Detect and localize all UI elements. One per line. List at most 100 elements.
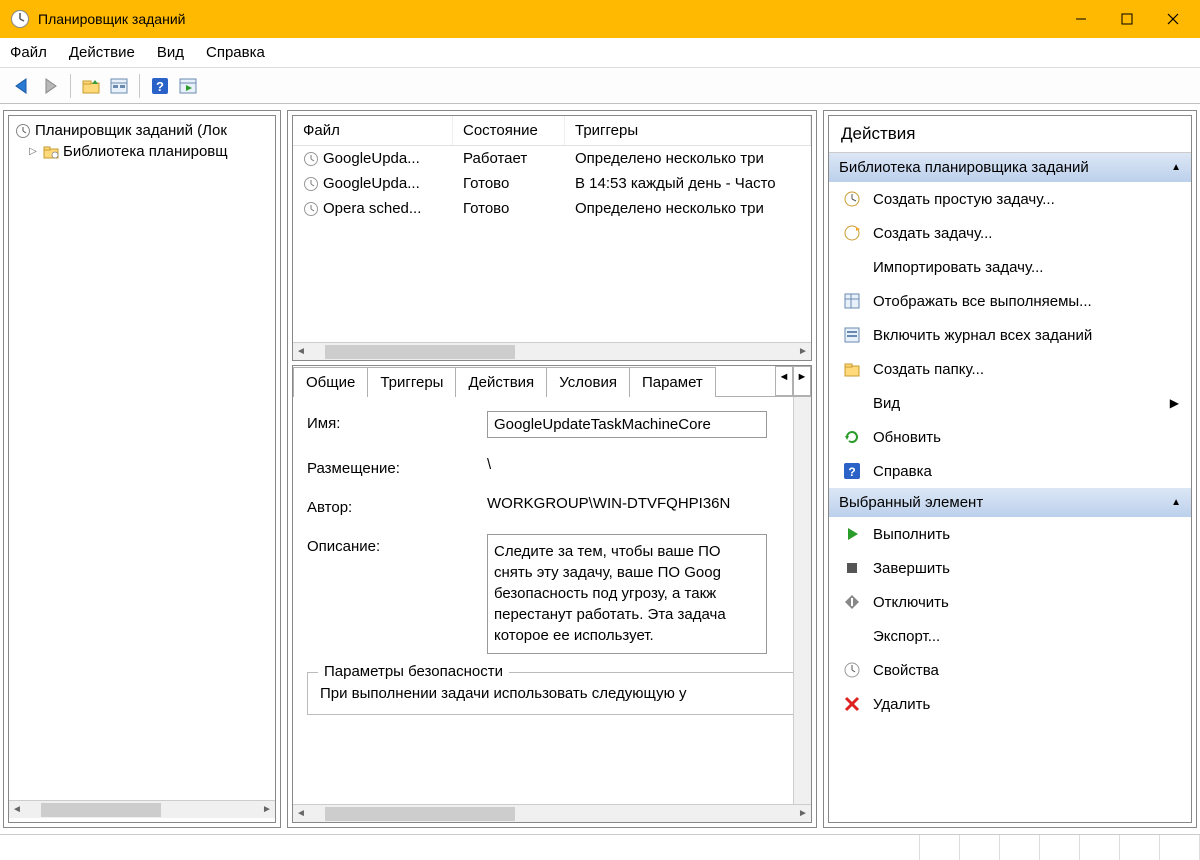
tree-child-label: Библиотека планировщ: [63, 143, 228, 160]
menu-action[interactable]: Действие: [69, 44, 135, 61]
tree-child-row[interactable]: ▷ Библиотека планировщ: [9, 141, 275, 162]
action-item[interactable]: Создать папку...: [829, 352, 1191, 386]
action-item[interactable]: Вид▶: [829, 386, 1191, 420]
action-icon: [843, 292, 861, 310]
action-item[interactable]: Выполнить: [829, 517, 1191, 551]
action-label: Создать простую задачу...: [873, 191, 1055, 208]
statusbar: [0, 834, 1200, 860]
security-legend: Параметры безопасности: [318, 663, 509, 680]
value-description[interactable]: Следите за тем, чтобы ваше ПО снять эту …: [487, 534, 767, 654]
run-window-icon[interactable]: [176, 74, 200, 98]
label-location: Размещение:: [307, 456, 487, 477]
task-row[interactable]: GoogleUpda...ГотовоВ 14:53 каждый день -…: [293, 171, 811, 196]
center-panel: Файл Состояние Триггеры GoogleUpda...Раб…: [287, 110, 817, 828]
properties-icon[interactable]: [107, 74, 131, 98]
toolbar: ?: [0, 68, 1200, 104]
action-label: Удалить: [873, 696, 930, 713]
value-author: WORKGROUP\WIN-DTVFQHPI36N: [487, 495, 797, 512]
actions-section1-label: Библиотека планировщика заданий: [839, 159, 1089, 176]
tab-actions[interactable]: Действия: [455, 367, 547, 397]
action-icon: [843, 525, 861, 543]
tab-conditions[interactable]: Условия: [546, 367, 630, 397]
action-label: Экспорт...: [873, 628, 940, 645]
action-label: Обновить: [873, 429, 941, 446]
clock-icon: [15, 123, 31, 139]
menubar: Файл Действие Вид Справка: [0, 38, 1200, 68]
action-item[interactable]: Отображать все выполняемы...: [829, 284, 1191, 318]
actions-panel: Действия Библиотека планировщика заданий…: [823, 110, 1197, 828]
action-label: Выполнить: [873, 526, 950, 543]
minimize-button[interactable]: [1058, 0, 1104, 38]
action-item[interactable]: Создать задачу...: [829, 216, 1191, 250]
action-label: Создать папку...: [873, 361, 984, 378]
task-row[interactable]: GoogleUpda...РаботаетОпределено нескольк…: [293, 146, 811, 171]
help-icon[interactable]: ?: [148, 74, 172, 98]
actions-section1-head[interactable]: Библиотека планировщика заданий ▲: [829, 153, 1191, 182]
action-item[interactable]: Создать простую задачу...: [829, 182, 1191, 216]
svg-text:?: ?: [848, 465, 855, 479]
tab-scroll-buttons[interactable]: ◄►: [775, 366, 811, 396]
tree-hscrollbar[interactable]: ◄►: [9, 800, 275, 818]
col-state[interactable]: Состояние: [453, 116, 565, 145]
action-label: Отключить: [873, 594, 949, 611]
action-label: Отображать все выполняемы...: [873, 293, 1092, 310]
tree-root[interactable]: Планировщик заданий (Лок: [9, 120, 275, 141]
value-name[interactable]: GoogleUpdateTaskMachineCore: [487, 411, 767, 438]
menu-file[interactable]: Файл: [10, 44, 47, 61]
action-item[interactable]: Импортировать задачу...: [829, 250, 1191, 284]
col-file[interactable]: Файл: [293, 116, 453, 145]
tab-params[interactable]: Парамет: [629, 367, 716, 397]
action-icon: [843, 190, 861, 208]
action-icon: [843, 695, 861, 713]
forward-button[interactable]: [38, 74, 62, 98]
action-icon: [843, 661, 861, 679]
actions-list1: Создать простую задачу... Создать задачу.…: [829, 182, 1191, 488]
tree-panel: Планировщик заданий (Лок ▷ Библиотека пл…: [3, 110, 281, 828]
details-vscrollbar[interactable]: [793, 397, 811, 804]
action-item[interactable]: Отключить: [829, 585, 1191, 619]
app-icon: [10, 9, 30, 29]
action-label: Свойства: [873, 662, 939, 679]
col-triggers[interactable]: Триггеры: [565, 116, 811, 145]
collapse-icon[interactable]: ▲: [1171, 497, 1181, 508]
action-item[interactable]: Удалить: [829, 687, 1191, 721]
window-title: Планировщик заданий: [38, 11, 1058, 27]
action-item[interactable]: Завершить: [829, 551, 1191, 585]
maximize-button[interactable]: [1104, 0, 1150, 38]
titlebar: Планировщик заданий: [0, 0, 1200, 38]
action-label: Создать задачу...: [873, 225, 992, 242]
folder-up-icon[interactable]: [79, 74, 103, 98]
svg-text:?: ?: [156, 79, 164, 94]
chevron-right-icon: ▶: [1170, 396, 1179, 410]
menu-view[interactable]: Вид: [157, 44, 184, 61]
close-button[interactable]: [1150, 0, 1196, 38]
action-icon: [843, 258, 861, 276]
action-item[interactable]: Экспорт...: [829, 619, 1191, 653]
actions-header: Действия: [829, 116, 1191, 153]
details-hscrollbar[interactable]: ◄►: [293, 804, 811, 822]
label-author: Автор:: [307, 495, 487, 516]
actions-section2-head[interactable]: Выбранный элемент ▲: [829, 488, 1191, 517]
action-label: Включить журнал всех заданий: [873, 327, 1092, 344]
back-button[interactable]: [10, 74, 34, 98]
tab-triggers[interactable]: Триггеры: [367, 367, 456, 397]
tree-root-label: Планировщик заданий (Лок: [35, 122, 227, 139]
menu-help[interactable]: Справка: [206, 44, 265, 61]
action-item[interactable]: Свойства: [829, 653, 1191, 687]
folder-icon: [43, 144, 59, 160]
tab-general[interactable]: Общие: [293, 367, 368, 397]
tasks-hscrollbar[interactable]: ◄►: [293, 342, 811, 360]
action-icon: [843, 428, 861, 446]
action-item[interactable]: Обновить: [829, 420, 1191, 454]
actions-section2-label: Выбранный элемент: [839, 494, 983, 511]
actions-list2: Выполнить Завершить Отключить Экспорт... Сво…: [829, 517, 1191, 721]
tabs-strip: Общие Триггеры Действия Условия Парамет …: [293, 366, 811, 397]
action-icon: [843, 360, 861, 378]
collapse-icon[interactable]: ▲: [1171, 162, 1181, 173]
task-row[interactable]: Opera sched...ГотовоОпределено несколько…: [293, 196, 811, 221]
action-item[interactable]: ?Справка: [829, 454, 1191, 488]
expand-icon[interactable]: ▷: [27, 146, 39, 157]
action-icon: ?: [843, 462, 861, 480]
action-item[interactable]: Включить журнал всех заданий: [829, 318, 1191, 352]
action-icon: [843, 627, 861, 645]
